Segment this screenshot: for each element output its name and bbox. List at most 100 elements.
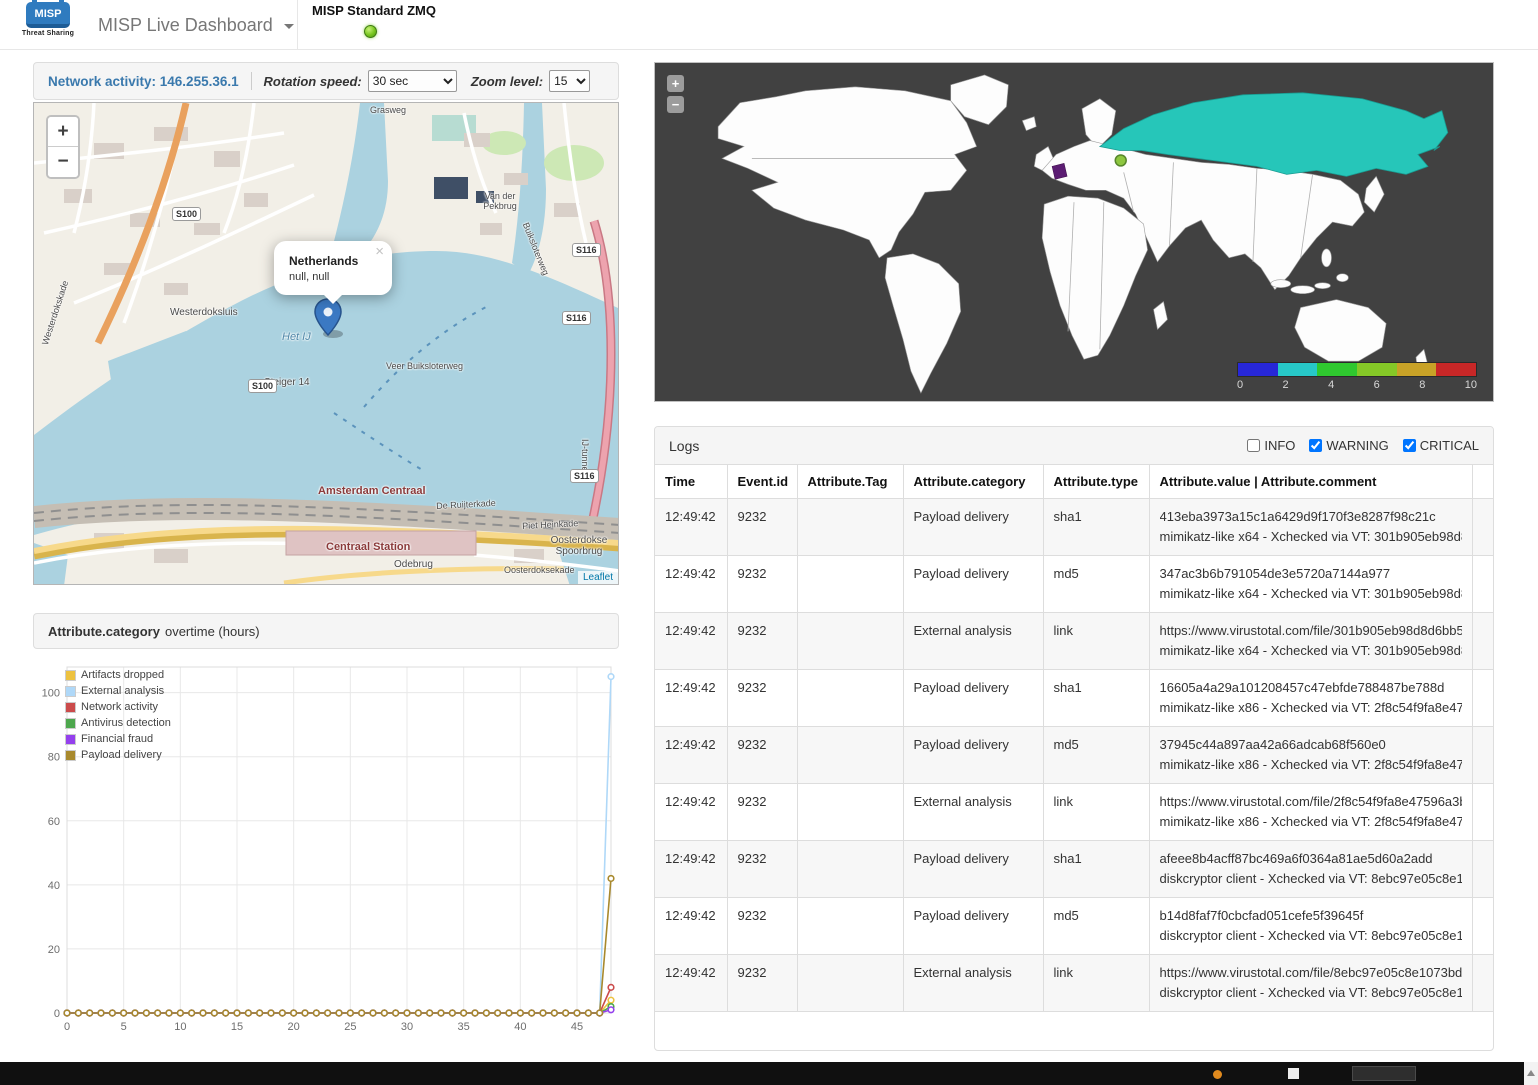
legend-item: Artifacts dropped — [65, 667, 171, 683]
col-event-id: Event.id — [727, 465, 797, 499]
svg-text:0: 0 — [54, 1008, 60, 1020]
log-cell-value: afeee8b4acff87bc469a6f0364a81ae5d60a2add… — [1149, 841, 1473, 898]
log-cell: 9232 — [727, 556, 797, 613]
world-zoom-control: + − — [667, 75, 684, 117]
caret-down-icon — [284, 24, 294, 29]
legend-ticks: 0246810 — [1237, 379, 1477, 391]
logs-header: Logs INFOWARNINGCRITICAL — [655, 427, 1493, 465]
log-cell — [797, 727, 903, 784]
svg-text:80: 80 — [48, 752, 60, 764]
world-map-panel[interactable]: + − 0246810 — [654, 62, 1494, 402]
leaflet-link[interactable]: Leaflet — [583, 572, 613, 583]
map-zoom-in-button[interactable]: + — [48, 117, 78, 147]
log-cell: Payload delivery — [903, 499, 1043, 556]
legend-color-box — [65, 686, 76, 697]
col-attribute-value: Attribute.value | Attribute.comment — [1149, 465, 1473, 499]
popup-body: null, null — [289, 271, 373, 283]
legend-tick: 2 — [1283, 379, 1289, 391]
svg-text:40: 40 — [48, 880, 60, 892]
log-cell: 12:49:42 — [655, 841, 727, 898]
log-row: 12:49:429232Payload deliverymd5347ac3b6b… — [655, 556, 1493, 613]
zoom-select[interactable]: 15 — [549, 70, 590, 92]
misp-logo[interactable]: MISP Threat Sharing — [20, 2, 76, 37]
rotation-label: Rotation speed: — [264, 74, 362, 89]
svg-text:25: 25 — [344, 1021, 356, 1033]
legend-tick: 6 — [1374, 379, 1380, 391]
zmq-label: MISP Standard ZMQ — [312, 0, 436, 18]
log-cell: 12:49:42 — [655, 898, 727, 955]
filter-checkbox-info[interactable] — [1247, 439, 1260, 452]
logs-table: Time Event.id Attribute.Tag Attribute.ca… — [655, 465, 1493, 1012]
log-cell: md5 — [1043, 556, 1149, 613]
country-germany-highlight — [1052, 163, 1067, 179]
log-cell-spacer — [1473, 727, 1494, 784]
map-attribution: Leaflet — [578, 571, 618, 584]
world-zoom-out-button[interactable]: − — [667, 96, 684, 113]
misp-live-dashboard: MISP Threat Sharing MISP Live Dashboard … — [0, 0, 1538, 1085]
col-attribute-category: Attribute.category — [903, 465, 1043, 499]
log-cell: 9232 — [727, 841, 797, 898]
log-cell-value: https://www.virustotal.com/file/301b905e… — [1149, 613, 1473, 670]
filter-critical[interactable]: CRITICAL — [1403, 438, 1479, 453]
log-cell: 12:49:42 — [655, 727, 727, 784]
log-cell: link — [1043, 784, 1149, 841]
legend-segment — [1238, 363, 1278, 376]
log-cell-spacer — [1473, 613, 1494, 670]
legend-label: Financial fraud — [81, 733, 153, 745]
svg-text:30: 30 — [401, 1021, 413, 1033]
log-cell — [797, 499, 903, 556]
map-zoom-out-button[interactable]: − — [48, 147, 78, 177]
misp-logo-icon: MISP — [26, 2, 70, 28]
legend-color-box — [65, 702, 76, 713]
filter-checkbox-critical[interactable] — [1403, 439, 1416, 452]
log-cell: Payload delivery — [903, 727, 1043, 784]
map-popup: × Netherlands null, null — [274, 241, 392, 295]
log-cell: 12:49:42 — [655, 784, 727, 841]
world-zoom-in-button[interactable]: + — [667, 75, 684, 92]
log-cell-spacer — [1473, 499, 1494, 556]
world-map — [655, 63, 1493, 401]
log-cell-value: 413eba3973a15c1a6429d9f170f3e8287f98c21c… — [1149, 499, 1473, 556]
svg-text:5: 5 — [121, 1021, 127, 1033]
legend-segment — [1436, 363, 1476, 376]
log-cell: External analysis — [903, 613, 1043, 670]
svg-text:35: 35 — [458, 1021, 470, 1033]
logo-tagline: Threat Sharing — [20, 30, 76, 37]
footer-square-icon — [1288, 1068, 1299, 1079]
footer-orange-dot — [1213, 1070, 1222, 1079]
filter-warning[interactable]: WARNING — [1309, 438, 1388, 453]
dashboard-menu[interactable]: MISP Live Dashboard — [84, 0, 308, 50]
log-cell-value: 37945c44a897aa42a66adcab68f560e0mimikatz… — [1149, 727, 1473, 784]
dashboard-menu-label: MISP Live Dashboard — [98, 15, 273, 35]
log-cell: 9232 — [727, 898, 797, 955]
filter-checkbox-warning[interactable] — [1309, 439, 1322, 452]
log-cell: md5 — [1043, 727, 1149, 784]
scrollbar-corner[interactable] — [1524, 1062, 1538, 1085]
legend-color-box — [65, 670, 76, 681]
col-attribute-tag: Attribute.Tag — [797, 465, 903, 499]
col-spacer — [1473, 465, 1494, 499]
station-building — [286, 531, 476, 555]
log-cell-spacer — [1473, 556, 1494, 613]
navbar: MISP Threat Sharing MISP Live Dashboard … — [0, 0, 1538, 50]
legend-segment — [1357, 363, 1397, 376]
log-cell — [797, 784, 903, 841]
legend-label: Network activity — [81, 701, 158, 713]
activity-street-map[interactable]: Het IJ Steiger 14 Veer Buiksloterweg Wes… — [33, 102, 619, 585]
popup-title: Netherlands — [289, 254, 373, 268]
chart-title-bold: Attribute.category — [48, 624, 160, 639]
svg-text:10: 10 — [174, 1021, 186, 1033]
log-row: 12:49:429232External analysislinkhttps:/… — [655, 784, 1493, 841]
category-overtime-chart: 020406080100051015202530354045 Artifacts… — [33, 653, 619, 1053]
filter-info[interactable]: INFO — [1247, 438, 1295, 453]
log-cell: External analysis — [903, 784, 1043, 841]
logs-panel: Logs INFOWARNINGCRITICAL Time Event.id A… — [654, 426, 1494, 1051]
map-zoom-control: + − — [46, 115, 80, 179]
rotation-select[interactable]: 30 sec — [368, 70, 457, 92]
log-cell: 9232 — [727, 727, 797, 784]
popup-close-icon[interactable]: × — [375, 245, 384, 259]
log-cell — [797, 955, 903, 1012]
legend-gradient-bar — [1237, 362, 1477, 377]
svg-text:20: 20 — [48, 944, 60, 956]
legend-item: Financial fraud — [65, 731, 171, 747]
